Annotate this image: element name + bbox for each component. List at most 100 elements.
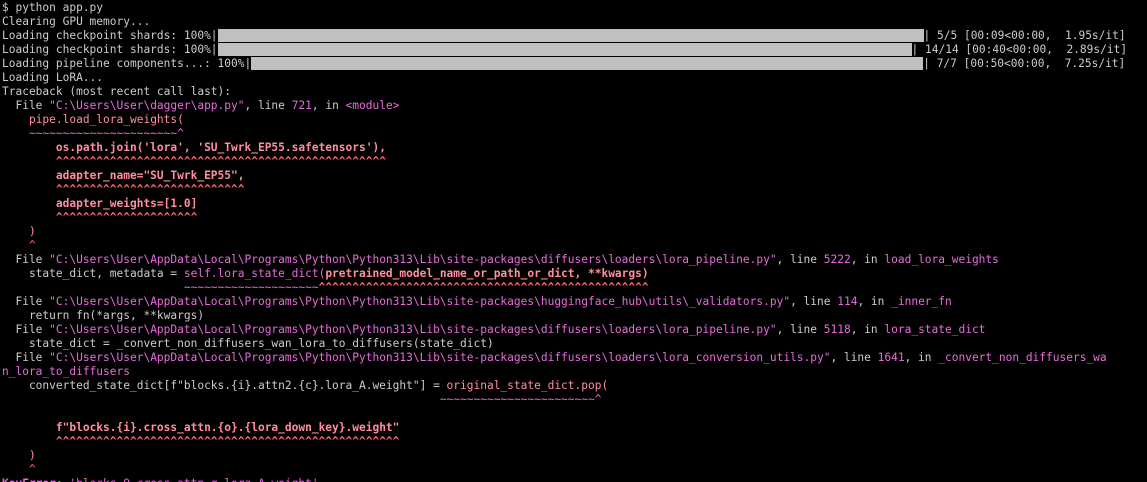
terminal-text-segment: File xyxy=(2,323,50,336)
terminal-text-segment: load_lora_weights xyxy=(884,253,999,266)
terminal-text-segment: , in xyxy=(311,99,346,112)
terminal-text-segment: File xyxy=(2,99,50,112)
terminal-text-segment: KeyError xyxy=(2,477,56,482)
progress-bar xyxy=(251,57,924,70)
terminal-text-segment: pipe.load_lora_weights( xyxy=(28,113,184,126)
terminal-text-segment: 'blocks.0.cross_attn.q.lora_A.weight' xyxy=(69,477,318,482)
terminal-text-segment: Loading checkpoint shards: 100%| xyxy=(2,29,218,42)
terminal-text-segment: Traceback (most recent call last): xyxy=(2,85,232,98)
terminal-line: File "C:\Users\User\dagger\app.py", line… xyxy=(2,99,1147,113)
terminal-line: File "C:\Users\User\AppData\Local\Progra… xyxy=(2,351,1147,365)
terminal-output[interactable]: $ python app.py Clearing GPU memory... Loa… xyxy=(0,0,1147,482)
terminal-text-segment: adapter_weights=[1.0] xyxy=(55,197,198,210)
terminal-line: ~~~~~~~~~~~~~~~~~~~~^^^^^^^^^^^^^^^^^^^^… xyxy=(2,281,1147,295)
terminal-line: KeyError: 'blocks.0.cross_attn.q.lora_A.… xyxy=(2,477,1147,482)
terminal-text-segment: "C:\Users\User\AppData\Local\Programs\Py… xyxy=(49,323,777,336)
terminal-text-segment: _convert_non_diffusers_wa xyxy=(938,351,1107,364)
terminal-line: adapter_name="SU_Twrk_EP55", xyxy=(2,169,1147,183)
terminal-line: ^ xyxy=(2,463,1147,477)
terminal-text-segment: ^ xyxy=(28,463,36,476)
terminal-line: File "C:\Users\User\AppData\Local\Progra… xyxy=(2,323,1147,337)
terminal-text-segment: 114 xyxy=(837,295,858,308)
terminal-line: os.path.join('lora', 'SU_Twrk_EP55.safet… xyxy=(2,141,1147,155)
terminal-line: adapter_weights=[1.0] xyxy=(2,197,1147,211)
terminal-text-segment: : xyxy=(56,477,69,482)
terminal-text-segment: Loading checkpoint shards: 100%| xyxy=(2,43,218,56)
terminal-text-segment: 721 xyxy=(291,99,312,112)
terminal-text-segment: Clearing GPU memory... xyxy=(2,15,151,28)
terminal-text-segment: ~~~~~~~~~~~~~~~~~~~~~~^ xyxy=(28,127,184,140)
terminal-text-segment: state_dict = _convert_non_diffusers_wan_… xyxy=(2,337,494,350)
terminal-text-segment: self.lora_state_dict( xyxy=(183,267,326,280)
terminal-line: ~~~~~~~~~~~~~~~~~~~~~~^ xyxy=(2,127,1147,141)
terminal-text-segment: n_lora_to_diffusers xyxy=(2,365,130,378)
terminal-text-segment: _inner_fn xyxy=(891,295,952,308)
terminal-line: ^^^^^^^^^^^^^^^^^^^^^^^^^^^^^^^^^^^^^^^^… xyxy=(2,435,1147,449)
terminal-text-segment: File xyxy=(2,295,50,308)
terminal-text-segment: ~~~~~~~~~~~~~~~~~~~~ xyxy=(183,281,319,294)
terminal-text-segment: , line xyxy=(790,295,838,308)
terminal-text-segment: lora_state_dict xyxy=(884,323,986,336)
terminal-line: pipe.load_lora_weights( xyxy=(2,113,1147,127)
progress-bar xyxy=(217,29,924,42)
terminal-line: Clearing GPU memory... xyxy=(2,15,1147,29)
terminal-text-segment: "C:\Users\User\dagger\app.py" xyxy=(49,99,245,112)
terminal-text-segment: , in xyxy=(857,295,892,308)
terminal-text-segment: | 7/7 [00:50<00:00, 7.25s/it] xyxy=(923,57,1126,70)
terminal-text-segment: 1641 xyxy=(877,351,905,364)
terminal-text-segment: ^^^^^^^^^^^^^^^^^^^^^^^^^^^^^^^^^^^^^^^^… xyxy=(55,435,400,448)
terminal-line: ) xyxy=(2,225,1147,239)
terminal-text-segment: 5222 xyxy=(823,253,851,266)
terminal-text-segment: Loading LoRA... xyxy=(2,71,104,84)
terminal-line: File "C:\Users\User\AppData\Local\Progra… xyxy=(2,253,1147,267)
terminal-line: ) xyxy=(2,449,1147,463)
terminal-line: $ python app.py xyxy=(2,1,1147,15)
terminal-line: state_dict = _convert_non_diffusers_wan_… xyxy=(2,337,1147,351)
terminal-text-segment: "C:\Users\User\AppData\Local\Programs\Py… xyxy=(49,253,777,266)
terminal-text-segment: , line xyxy=(776,323,824,336)
terminal-line: state_dict, metadata = self.lora_state_d… xyxy=(2,267,1147,281)
terminal-text-segment: , in xyxy=(904,351,939,364)
terminal-text-segment: ) xyxy=(28,449,36,462)
terminal-text-segment: , line xyxy=(244,99,292,112)
terminal-text-segment: ^^^^^^^^^^^^^^^^^^^^^^^^^^^^^^^^^^^^^^^^… xyxy=(318,281,649,294)
terminal-text-segment: ^^^^^^^^^^^^^^^^^^^^^^^^^^^^ xyxy=(55,183,245,196)
terminal-text-segment: $ python app.py xyxy=(2,1,104,14)
terminal-line: converted_state_dict[f"blocks.{i}.attn2.… xyxy=(2,379,1147,393)
terminal-line: ^^^^^^^^^^^^^^^^^^^^^^^^^^^^^^^^^^^^^^^^… xyxy=(2,155,1147,169)
terminal-line: Loading LoRA... xyxy=(2,71,1147,85)
terminal-line: ^ xyxy=(2,239,1147,253)
terminal-text-segment: ^ xyxy=(28,239,36,252)
terminal-text-segment: File xyxy=(2,351,50,364)
terminal-line: Traceback (most recent call last): xyxy=(2,85,1147,99)
terminal-text-segment: original_state_dict.pop( xyxy=(446,379,609,392)
terminal-line: f"blocks.{i}.cross_attn.{o}.{lora_down_k… xyxy=(2,421,1147,435)
terminal-text-segment: ~~~~~~~~~~~~~~~~~~~~~~~^ xyxy=(439,393,602,406)
terminal-line: Loading pipeline components...: 100%| | 7… xyxy=(2,57,1147,71)
terminal-text-segment: "C:\Users\User\AppData\Local\Programs\Py… xyxy=(49,295,791,308)
terminal-text-segment: | 14/14 [00:40<00:00, 2.89s/it] xyxy=(911,43,1128,56)
terminal-text-segment: ) xyxy=(28,225,36,238)
terminal-text-segment: os.path.join('lora', 'SU_Twrk_EP55.safet… xyxy=(55,141,386,154)
terminal-text-segment: pretrained_model_name_or_path_or_dict, *… xyxy=(325,267,649,280)
terminal-text-segment: File xyxy=(2,253,50,266)
terminal-text-segment: <module> xyxy=(345,99,400,112)
terminal-text-segment: | 5/5 [00:09<00:00, 1.95s/it] xyxy=(923,29,1126,42)
terminal-line: n_lora_to_diffusers xyxy=(2,365,1147,379)
terminal-text-segment: f"blocks.{i}.cross_attn.{o}.{lora_down_k… xyxy=(55,421,400,434)
terminal-line: ^^^^^^^^^^^^^^^^^^^^^ xyxy=(2,211,1147,225)
